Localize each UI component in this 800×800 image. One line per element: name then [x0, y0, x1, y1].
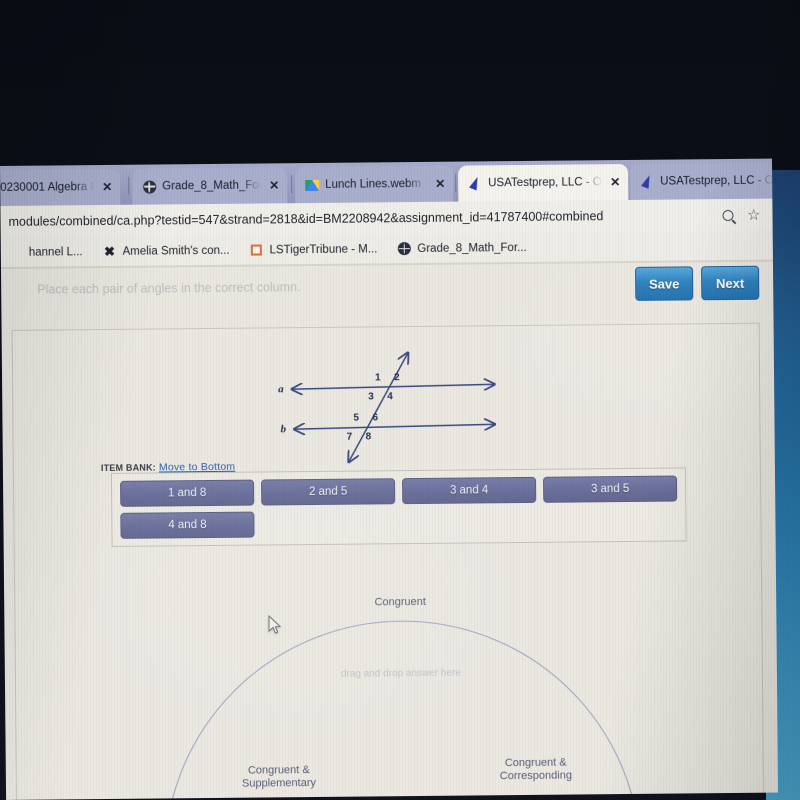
- next-button[interactable]: Next: [700, 265, 760, 301]
- address-bar-icons: ☆: [721, 206, 765, 223]
- tab-separator: [455, 173, 457, 192]
- tab-separator: [291, 175, 293, 194]
- bookmark-lstigertribune[interactable]: LSTigerTribune - M...: [249, 242, 377, 257]
- save-button[interactable]: Save: [634, 266, 694, 301]
- tab-grade8-formula[interactable]: Grade_8_Math_Formula ✕: [132, 167, 288, 205]
- angle-label-1: 1: [375, 372, 381, 383]
- angle-label-2: 2: [394, 372, 400, 383]
- line-a: [292, 384, 494, 389]
- question-header: Place each pair of angles in the correct…: [0, 260, 774, 320]
- star-icon[interactable]: ☆: [747, 206, 761, 223]
- tab-close-icon[interactable]: ✕: [608, 175, 622, 189]
- item-bank-label: ITEM BANK:: [100, 462, 156, 474]
- tab-lunch-lines[interactable]: Lunch Lines.webm - Go ✕: [295, 165, 454, 204]
- bookmark-channel[interactable]: hannel L...: [9, 245, 83, 260]
- bookmark-label: hannel L...: [28, 245, 83, 259]
- tab-close-icon[interactable]: ✕: [433, 177, 447, 191]
- x-icon: ✖: [104, 243, 116, 259]
- angle-diagram: a b 1 2 3 4 5 6 7 8: [268, 344, 519, 466]
- transversal-line: [348, 353, 409, 462]
- question-panel: a b 1 2 3 4 5 6 7 8 ITEM BANK: Move to Bo…: [11, 322, 765, 800]
- bookmark-grade8-math[interactable]: Grade_8_Math_For...: [397, 240, 527, 256]
- tab-title: USATestprep, LLC - Onli: [488, 176, 603, 190]
- bookmark-label: Amelia Smith's con...: [122, 244, 230, 258]
- angle-label-8: 8: [366, 431, 372, 442]
- tab-title: Lunch Lines.webm - Go: [325, 177, 428, 191]
- venn-label-supplementary-line1: Congruent &: [248, 764, 311, 777]
- action-buttons: Save Next: [634, 265, 760, 301]
- bookmark-label: Grade_8_Math_For...: [417, 241, 527, 255]
- venn-label-congruent: Congruent: [374, 596, 425, 608]
- photographed-screen: 0230001 Algebra Re ✕ Grade_8_Math_Formul…: [0, 0, 800, 800]
- venn-diagram: Congruent drag and drop answer here Cong…: [15, 556, 758, 800]
- item-bank-chip[interactable]: 1 and 8: [120, 479, 255, 507]
- venn-label-corresponding-line2: Corresponding: [500, 770, 572, 783]
- venn-label-corresponding-line1: Congruent &: [505, 757, 568, 770]
- tab-close-icon[interactable]: ✕: [267, 178, 281, 192]
- tab-title: USATestprep, LLC - Onli: [660, 174, 773, 188]
- question-instruction: Place each pair of angles in the correct…: [37, 280, 301, 297]
- google-drive-icon: [305, 178, 320, 192]
- cursor-icon: [468, 176, 482, 190]
- bookmark-amelia-smith[interactable]: ✖ Amelia Smith's con...: [102, 243, 230, 259]
- search-icon[interactable]: [721, 209, 734, 221]
- tab-usatestprep-active[interactable]: USATestprep, LLC - Onli ✕: [458, 163, 629, 202]
- cursor-icon: [640, 175, 654, 189]
- angle-label-4: 4: [387, 391, 393, 402]
- orange-square-icon: [249, 243, 263, 257]
- item-bank-chip[interactable]: 2 and 5: [261, 478, 396, 506]
- item-bank: 1 and 8 2 and 5 3 and 4 3 and 5 4 and 8: [110, 467, 687, 547]
- tab-separator: [128, 176, 130, 195]
- venn-drop-placeholder: drag and drop answer here: [341, 668, 462, 680]
- address-bar-url[interactable]: modules/combined/ca.php?testid=547&stran…: [8, 208, 722, 229]
- browser-window: 0230001 Algebra Re ✕ Grade_8_Math_Formul…: [0, 158, 779, 800]
- venn-label-supplementary-line2: Supplementary: [242, 777, 317, 790]
- item-bank-chip[interactable]: 3 and 5: [543, 475, 678, 503]
- line-label-b: b: [280, 423, 286, 435]
- angle-label-3: 3: [368, 391, 374, 402]
- tab-title: Grade_8_Math_Formula: [162, 179, 262, 193]
- page-content: Place each pair of angles in the correct…: [0, 260, 779, 800]
- tab-close-icon[interactable]: ✕: [100, 180, 114, 194]
- none-icon: [9, 245, 23, 259]
- globe-icon: [142, 180, 156, 194]
- mouse-cursor-icon: [268, 615, 282, 634]
- line-label-a: a: [278, 383, 284, 395]
- tab-algebra[interactable]: 0230001 Algebra Re ✕: [0, 168, 121, 206]
- globe-icon: [397, 242, 411, 256]
- angle-label-7: 7: [347, 432, 353, 443]
- item-bank-chip[interactable]: 4 and 8: [120, 511, 255, 539]
- tab-usatestprep-second[interactable]: USATestprep, LLC - Onli ✕: [630, 162, 773, 200]
- angle-label-5: 5: [353, 413, 359, 424]
- line-b: [295, 424, 495, 429]
- angle-label-6: 6: [372, 412, 378, 423]
- item-bank-chip[interactable]: 3 and 4: [402, 476, 537, 505]
- bookmark-label: LSTigerTribune - M...: [269, 242, 378, 256]
- tab-title: 0230001 Algebra Re: [0, 181, 95, 194]
